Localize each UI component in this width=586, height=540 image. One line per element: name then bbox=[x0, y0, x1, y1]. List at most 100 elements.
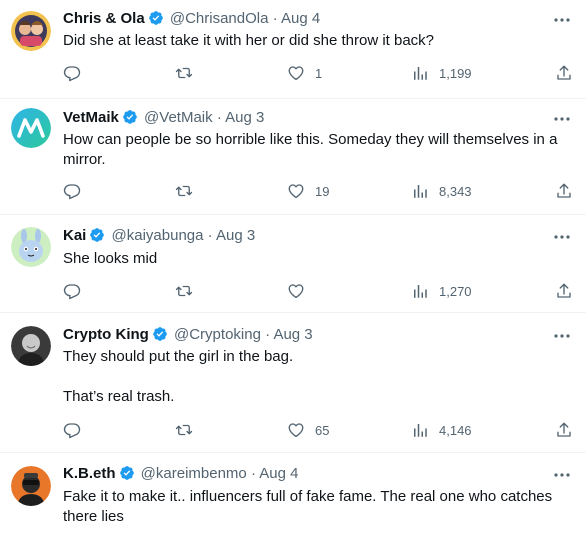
handle[interactable]: @Cryptoking bbox=[174, 326, 261, 343]
retweet-button[interactable] bbox=[175, 281, 203, 301]
tweet-header: Kai @kaiyabunga · Aug 3 bbox=[63, 226, 255, 246]
more-icon[interactable] bbox=[552, 227, 572, 247]
verified-badge-icon bbox=[123, 110, 137, 124]
tweet-text-line: They should put the girl in the bag. bbox=[63, 348, 294, 365]
avatar[interactable] bbox=[11, 11, 51, 51]
display-name[interactable]: K.B.eth bbox=[63, 465, 116, 482]
tweet-header: Crypto King @Cryptoking · Aug 3 bbox=[63, 325, 313, 345]
tweet[interactable]: K.B.eth @kareimbenmo · Aug 4 Fake it to … bbox=[0, 453, 586, 540]
more-icon[interactable] bbox=[552, 326, 572, 346]
retweet-button[interactable] bbox=[175, 420, 203, 440]
retweet-icon bbox=[175, 67, 193, 79]
like-button[interactable]: 65 bbox=[287, 420, 329, 440]
more-icon[interactable] bbox=[552, 109, 572, 129]
tweet-text: Did she at least take it with her or did… bbox=[63, 31, 575, 51]
retweet-icon bbox=[175, 285, 193, 297]
avatar[interactable] bbox=[11, 227, 51, 267]
reply-icon bbox=[63, 184, 81, 200]
share-icon bbox=[557, 183, 571, 198]
like-count: 1 bbox=[315, 65, 323, 81]
timestamp[interactable]: Aug 4 bbox=[259, 465, 298, 482]
tweet-actions: 65 4,146 bbox=[63, 420, 575, 440]
more-icon[interactable] bbox=[552, 465, 572, 485]
tweet-text-line: That’s real trash. bbox=[63, 388, 175, 405]
share-icon bbox=[557, 283, 571, 298]
retweet-button[interactable] bbox=[175, 63, 203, 83]
like-count: 19 bbox=[315, 183, 330, 199]
tweet-text-line: Did she at least take it with her or did… bbox=[63, 32, 435, 49]
views-button[interactable]: 8,343 bbox=[411, 181, 472, 201]
share-button[interactable] bbox=[555, 420, 573, 440]
handle[interactable]: @kaiyabunga bbox=[112, 227, 204, 244]
verified-badge-icon bbox=[90, 228, 105, 242]
tweet-text: They should put the girl in the bag. Tha… bbox=[63, 347, 575, 407]
share-button[interactable] bbox=[555, 281, 573, 301]
reply-button[interactable] bbox=[63, 63, 91, 83]
tweet-actions: 1 1,199 bbox=[63, 63, 575, 83]
handle[interactable]: @VetMaik bbox=[144, 109, 213, 126]
avatar[interactable] bbox=[11, 466, 51, 506]
heart-icon bbox=[288, 184, 304, 199]
avatar[interactable] bbox=[11, 326, 51, 366]
reply-button[interactable] bbox=[63, 281, 91, 301]
verified-badge-icon bbox=[148, 11, 163, 25]
tweet-header: VetMaik @VetMaik · Aug 3 bbox=[63, 108, 264, 128]
reply-icon bbox=[63, 66, 81, 82]
tweet-text: Fake it to make it.. influencers full of… bbox=[63, 487, 575, 527]
tweet[interactable]: VetMaik @VetMaik · Aug 3 How can people … bbox=[0, 99, 586, 215]
views-chart-icon bbox=[414, 424, 427, 437]
like-button[interactable]: 19 bbox=[287, 181, 329, 201]
separator: · bbox=[207, 227, 213, 244]
tweet-header: Chris & Ola @ChrisandOla · Aug 4 bbox=[63, 9, 320, 29]
tweet[interactable]: Kai @kaiyabunga · Aug 3 She looks mid 1,… bbox=[0, 215, 586, 313]
avatar[interactable] bbox=[11, 108, 51, 148]
like-button[interactable] bbox=[287, 281, 315, 301]
timestamp[interactable]: Aug 3 bbox=[216, 227, 255, 244]
more-icon[interactable] bbox=[552, 10, 572, 30]
display-name[interactable]: VetMaik bbox=[63, 109, 119, 126]
heart-icon bbox=[288, 423, 304, 438]
view-count: 1,270 bbox=[439, 283, 472, 299]
tweet[interactable]: Chris & Ola @ChrisandOla · Aug 4 Did she… bbox=[0, 0, 586, 99]
separator: · bbox=[272, 10, 278, 27]
tweet-text: How can people be so horrible like this.… bbox=[63, 130, 575, 170]
views-button[interactable]: 1,199 bbox=[411, 63, 472, 83]
share-icon bbox=[557, 65, 571, 80]
handle[interactable]: @ChrisandOla bbox=[170, 10, 269, 27]
retweet-icon bbox=[175, 185, 193, 197]
display-name[interactable]: Kai bbox=[63, 227, 86, 244]
views-button[interactable]: 1,270 bbox=[411, 281, 472, 301]
share-button[interactable] bbox=[555, 181, 573, 201]
reply-button[interactable] bbox=[63, 420, 91, 440]
timestamp[interactable]: Aug 3 bbox=[273, 326, 312, 343]
views-chart-icon bbox=[414, 67, 427, 80]
tweet-actions: 1,270 bbox=[63, 281, 575, 301]
retweet-button[interactable] bbox=[175, 181, 203, 201]
view-count: 1,199 bbox=[439, 65, 472, 81]
view-count: 8,343 bbox=[439, 183, 472, 199]
share-icon bbox=[557, 422, 571, 437]
display-name[interactable]: Crypto King bbox=[63, 326, 149, 343]
tweet-header: K.B.eth @kareimbenmo · Aug 4 bbox=[63, 464, 299, 484]
reply-icon bbox=[63, 284, 81, 300]
tweet-text-line: How can people be so horrible like this.… bbox=[63, 131, 558, 168]
heart-icon bbox=[288, 66, 304, 81]
timestamp[interactable]: Aug 3 bbox=[225, 109, 264, 126]
tweet[interactable]: Crypto King @Cryptoking · Aug 3 They sho… bbox=[0, 313, 586, 453]
separator: · bbox=[250, 465, 256, 482]
handle[interactable]: @kareimbenmo bbox=[141, 465, 247, 482]
reply-button[interactable] bbox=[63, 181, 91, 201]
display-name[interactable]: Chris & Ola bbox=[63, 10, 145, 27]
retweet-icon bbox=[175, 424, 193, 436]
heart-icon bbox=[288, 284, 304, 299]
like-count: 65 bbox=[315, 422, 330, 438]
like-button[interactable]: 1 bbox=[287, 63, 322, 83]
views-button[interactable]: 4,146 bbox=[411, 420, 472, 440]
separator: · bbox=[216, 109, 222, 126]
verified-badge-icon bbox=[152, 327, 167, 341]
share-button[interactable] bbox=[555, 63, 573, 83]
separator: · bbox=[265, 326, 271, 343]
tweet-text-line: Fake it to make it.. influencers full of… bbox=[63, 488, 553, 525]
views-chart-icon bbox=[414, 185, 427, 198]
timestamp[interactable]: Aug 4 bbox=[281, 10, 320, 27]
